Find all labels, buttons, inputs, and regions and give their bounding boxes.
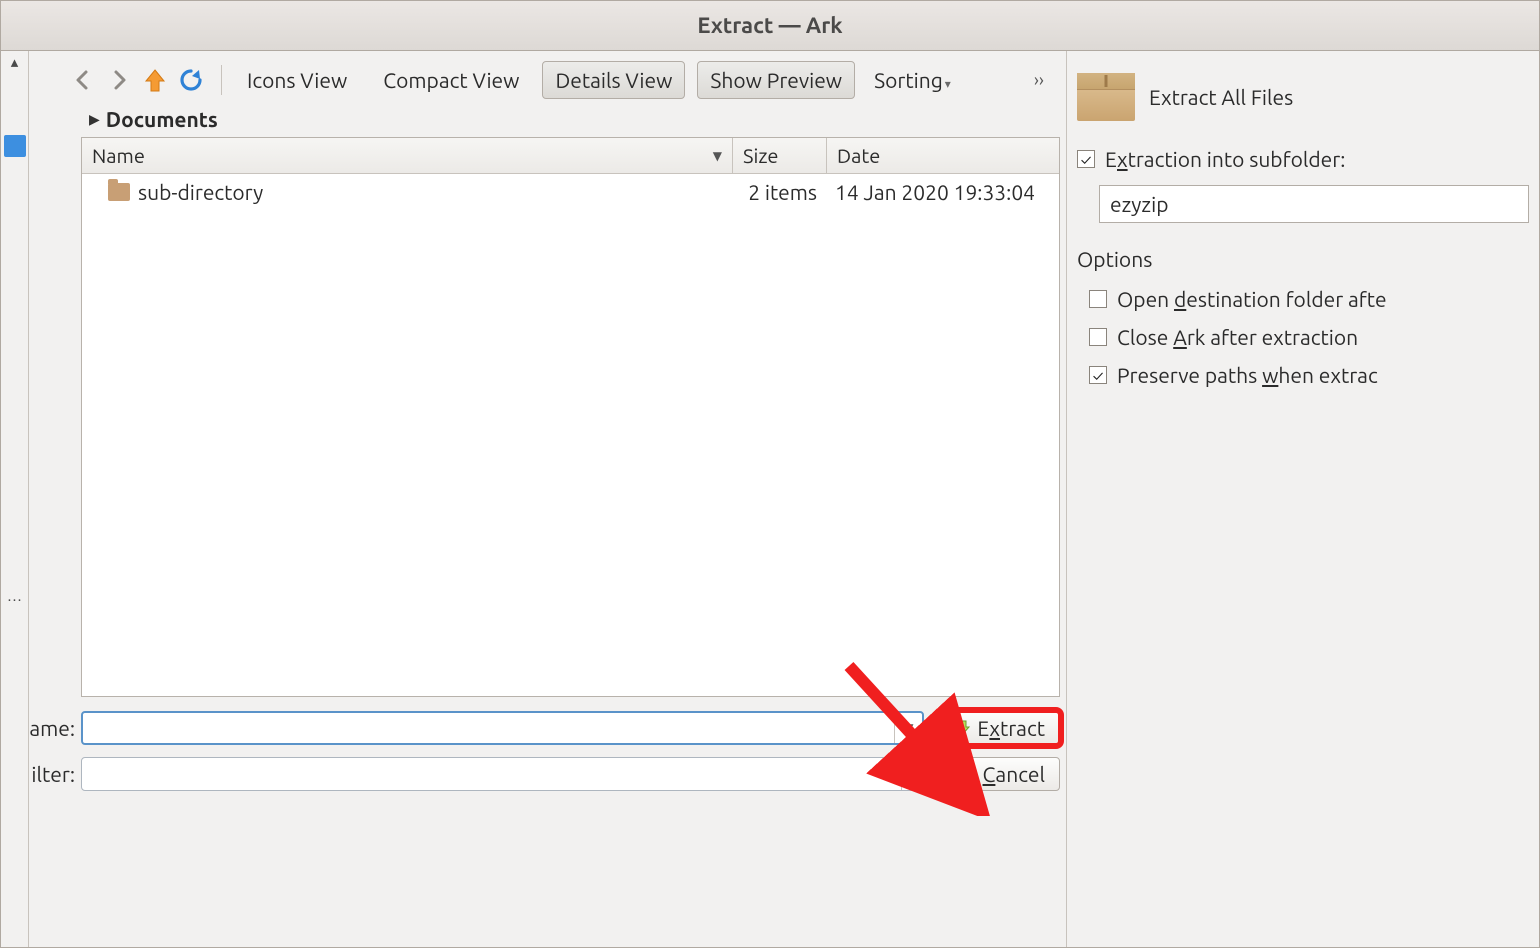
toolbar-separator xyxy=(221,65,222,95)
close-ark-checkbox[interactable] xyxy=(1089,328,1107,346)
subfolder-label: Extraction into subfolder: xyxy=(1105,147,1345,171)
cancel-label: Cancel xyxy=(983,762,1046,786)
up-arrow-icon xyxy=(143,67,167,93)
close-ark-label: Close Ark after extraction xyxy=(1117,325,1358,349)
column-headers: Name ▼ Size Date xyxy=(82,138,1059,174)
up-button[interactable] xyxy=(137,62,173,98)
chevron-right-icon xyxy=(109,68,129,92)
filter-dropdown-button[interactable]: ▼ xyxy=(901,758,929,790)
sorting-label: Sorting xyxy=(874,68,943,92)
subfolder-checkbox-row[interactable]: ✓ Extraction into subfolder: xyxy=(1077,147,1539,171)
reload-icon xyxy=(178,67,204,93)
cancel-button[interactable]: Cancel xyxy=(944,757,1061,791)
chevron-left-icon xyxy=(73,68,93,92)
toolbar-overflow-button[interactable]: ›› xyxy=(1034,70,1044,90)
dialog-body: ▴ … Icons View Compact View xyxy=(1,51,1539,947)
dropdown-indicator-icon: ▾ xyxy=(945,77,951,91)
breadcrumb-location[interactable]: Documents xyxy=(106,107,218,131)
bottom-controls: ame: ▼ Extract ilter: ▼ xyxy=(29,711,1060,803)
breadcrumb[interactable]: ▶ Documents xyxy=(29,103,1066,137)
places-sidebar[interactable]: ▴ … xyxy=(1,51,29,947)
extract-button[interactable]: Extract xyxy=(938,711,1060,745)
back-button[interactable] xyxy=(65,62,101,98)
sidebar-overflow-icon: … xyxy=(7,587,22,604)
sort-indicator-icon: ▼ xyxy=(713,149,722,163)
panel-title: Extract All Files xyxy=(1149,85,1293,109)
subfolder-checkbox[interactable]: ✓ xyxy=(1077,150,1095,168)
preserve-paths-checkbox-row[interactable]: ✓ Preserve paths when extrac xyxy=(1089,363,1539,387)
extract-label: Extract xyxy=(977,716,1045,740)
panel-header: Extract All Files xyxy=(1077,73,1539,121)
name-dropdown-button[interactable]: ▼ xyxy=(894,713,922,743)
filter-label: ilter: xyxy=(29,762,81,786)
forward-button[interactable] xyxy=(101,62,137,98)
column-header-size[interactable]: Size xyxy=(733,138,827,173)
file-rows: sub-directory 2 items 14 Jan 2020 19:33:… xyxy=(82,174,1059,696)
file-row-date: 14 Jan 2020 19:33:04 xyxy=(827,180,1059,204)
column-header-date[interactable]: Date xyxy=(827,138,1059,173)
file-row-name: sub-directory xyxy=(138,180,263,204)
sidebar-scroll-up-icon[interactable]: ▴ xyxy=(11,53,19,71)
file-list: Name ▼ Size Date sub-directory 2 items 1… xyxy=(81,137,1060,697)
filter-row: ilter: ▼ Cancel xyxy=(29,757,1060,791)
subfolder-input[interactable]: ezyzip xyxy=(1110,192,1169,216)
icons-view-button[interactable]: Icons View xyxy=(234,61,360,99)
name-input[interactable] xyxy=(83,713,894,743)
breadcrumb-arrow-icon: ▶ xyxy=(89,111,100,128)
open-dest-label: Open destination folder afte xyxy=(1117,287,1387,311)
extract-dialog: Extract — Ark ▴ … xyxy=(0,0,1540,948)
file-row-size: 2 items xyxy=(733,180,827,204)
cancel-icon xyxy=(959,765,977,783)
file-row[interactable]: sub-directory 2 items 14 Jan 2020 19:33:… xyxy=(82,174,1059,210)
name-row: ame: ▼ Extract xyxy=(29,711,1060,745)
reload-button[interactable] xyxy=(173,62,209,98)
extract-down-icon xyxy=(953,719,971,737)
open-dest-checkbox[interactable] xyxy=(1089,290,1107,308)
file-browser: Icons View Compact View Details View Sho… xyxy=(29,51,1066,947)
sorting-menu[interactable]: Sorting▾ xyxy=(861,61,964,99)
preserve-paths-checkbox[interactable]: ✓ xyxy=(1089,366,1107,384)
details-view-button[interactable]: Details View xyxy=(542,61,685,99)
subfolder-input-wrap[interactable]: ezyzip xyxy=(1099,185,1529,223)
window-title: Extract — Ark xyxy=(697,13,842,38)
filter-input[interactable] xyxy=(82,758,901,790)
show-preview-button[interactable]: Show Preview xyxy=(697,61,855,99)
folder-icon xyxy=(108,183,130,201)
filter-combo[interactable]: ▼ xyxy=(81,757,930,791)
archive-box-icon xyxy=(1077,73,1135,121)
titlebar[interactable]: Extract — Ark xyxy=(1,1,1539,51)
options-panel: Extract All Files ✓ Extraction into subf… xyxy=(1066,51,1539,947)
open-dest-checkbox-row[interactable]: Open destination folder afte xyxy=(1089,287,1539,311)
preserve-paths-label: Preserve paths when extrac xyxy=(1117,363,1378,387)
column-header-name[interactable]: Name ▼ xyxy=(82,138,733,173)
close-ark-checkbox-row[interactable]: Close Ark after extraction xyxy=(1089,325,1539,349)
name-label: ame: xyxy=(29,716,81,740)
name-combo[interactable]: ▼ xyxy=(81,711,924,745)
toolbar: Icons View Compact View Details View Sho… xyxy=(29,55,1066,103)
sidebar-selected-place[interactable] xyxy=(4,135,26,157)
file-row-name-cell: sub-directory xyxy=(82,180,733,204)
options-heading: Options xyxy=(1077,247,1539,271)
column-name-label: Name xyxy=(92,144,145,167)
compact-view-button[interactable]: Compact View xyxy=(370,61,532,99)
